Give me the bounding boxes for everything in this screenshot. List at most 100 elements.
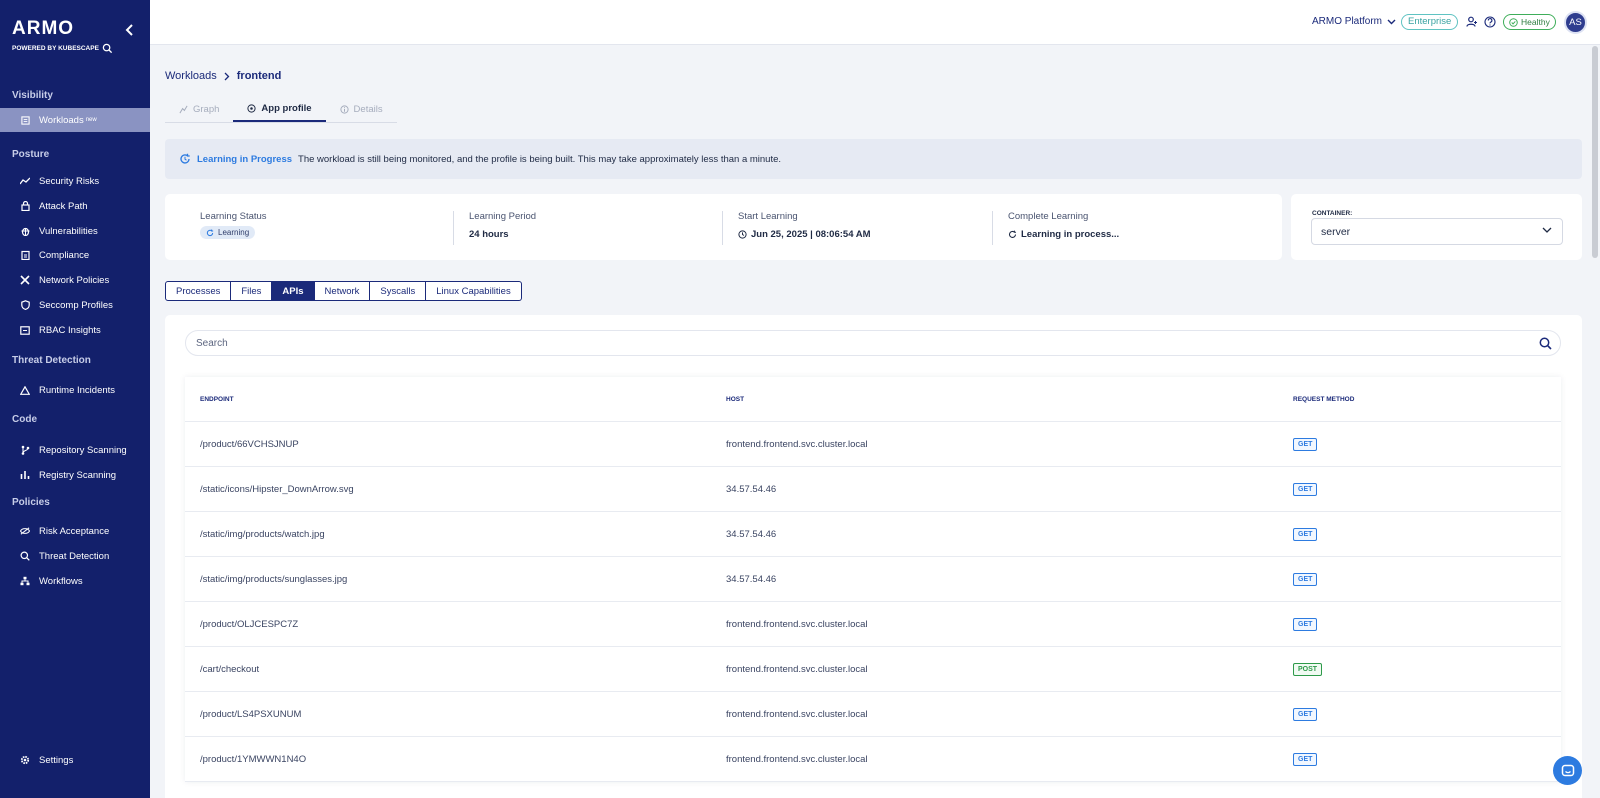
sidebar-item-risk-acceptance[interactable]: Risk Acceptance [0,519,150,543]
sidebar-item-vulnerabilities[interactable]: Vulnerabilities [0,219,150,243]
kubescape-icon [102,43,113,54]
collapse-sidebar-button[interactable] [122,22,136,38]
cell-endpoint: /product/1YMWWN1N4O [200,754,307,765]
cell-method: GET [1293,737,1318,782]
tab-syscalls[interactable]: Syscalls [370,281,427,301]
col-endpoint[interactable]: ENDPOINT [200,377,234,422]
sidebar-item-repository-scanning[interactable]: Repository Scanning [0,438,150,462]
sidebar-item-settings[interactable]: Settings [0,748,150,772]
sidebar-item-seccomp-profiles[interactable]: Seccomp Profiles [0,293,150,317]
stat-label: Learning Period [469,211,537,222]
sidebar-item-label: Repository Scanning [39,444,127,456]
sidebar-item-registry-scanning[interactable]: Registry Scanning [0,463,150,487]
method-badge: GET [1293,528,1318,541]
cell-endpoint: /static/img/products/watch.jpg [200,529,325,540]
sidebar-item-rbac-insights[interactable]: RBAC Insights [0,318,150,342]
cell-method: GET [1293,692,1318,737]
cell-host: 34.57.54.46 [726,529,777,540]
sidebar-item-network-policies[interactable]: Network Policies [0,268,150,292]
tab-details[interactable]: Details [326,96,397,122]
section-threat-detection: Threat Detection [12,355,91,366]
page-scrollbar[interactable] [1592,46,1598,258]
container-label: CONTAINER: [1312,210,1353,217]
tab-label: App profile [261,102,312,114]
table-row[interactable]: /static/icons/Hipster_DownArrow.svg 34.57… [185,467,1561,512]
table-row[interactable]: /product/66VCHSJNUP frontend.frontend.svc… [185,422,1561,467]
sidebar-item-label: Network Policies [39,274,110,286]
col-request-method[interactable]: REQUEST METHOD [1293,377,1354,422]
cell-method: GET [1293,557,1318,602]
learning-status-pill: Learning [200,226,256,239]
tab-linux-capabilities[interactable]: Linux Capabilities [426,281,522,301]
section-posture: Posture [12,149,50,160]
git-branch-icon [20,445,30,455]
new-badge: new [85,117,97,123]
stat-value: Jun 25, 2025 | 08:06:54 AM [751,229,871,240]
container-select[interactable]: server [1311,218,1563,245]
stat-start-learning: Start Learning Jun 25, 2025 | 08:06:54 A… [738,211,871,245]
container-select-value: server [1321,225,1351,238]
cell-endpoint: /product/OLJCESPC7Z [200,619,299,630]
cell-method: GET [1293,467,1318,512]
cell-endpoint: /cart/checkout [200,664,260,675]
table-row[interactable]: /static/img/products/sunglasses.jpg 34.57… [185,557,1561,602]
sidebar-item-runtime-incidents[interactable]: Runtime Incidents [0,378,150,402]
tab-apis[interactable]: APIs [272,281,315,301]
sidebar-item-label: Compliance [39,249,90,261]
tab-processes[interactable]: Processes [165,281,232,301]
cell-method: GET [1293,512,1318,557]
stat-label: Learning Status [200,211,267,222]
stat-value-row: Learning in process... [1008,229,1119,240]
sidebar: ARMO POWERED BY KUBESCAPE Visibility Wor… [0,0,150,798]
breadcrumb-current: frontend [236,70,282,82]
table-row[interactable]: /product/LS4PSXUNUM frontend.frontend.svc… [185,692,1561,737]
plan-badge: Enterprise [1401,14,1459,30]
workload-tabs: Graph App profile Details [165,96,397,123]
method-badge: GET [1293,708,1318,721]
stat-complete-learning: Complete Learning Learning in process... [1008,211,1119,245]
learning-banner: Learning in Progress The workload is sti… [165,139,1582,179]
cell-host: frontend.frontend.svc.cluster.local [726,619,868,630]
search-shield-icon [20,551,30,561]
tab-files[interactable]: Files [231,281,273,301]
user-settings-icon[interactable] [1465,15,1478,28]
table-row[interactable]: /product/OLJCESPC7Z frontend.frontend.svc… [185,602,1561,647]
cell-method: GET [1293,422,1318,467]
sidebar-item-workloads[interactable]: Workloads new [0,108,150,132]
col-host[interactable]: HOST [726,377,744,422]
tab-label: Details [353,103,383,115]
sidebar-item-security-risks[interactable]: Security Risks [0,169,150,193]
tab-graph[interactable]: Graph [165,96,233,122]
table-row[interactable]: /static/img/products/watch.jpg 34.57.54.4… [185,512,1561,557]
user-avatar[interactable]: AS [1564,11,1587,34]
sidebar-item-compliance[interactable]: Compliance [0,243,150,267]
chat-support-button[interactable] [1553,756,1582,785]
sidebar-item-threat-detection[interactable]: Threat Detection [0,544,150,568]
sidebar-item-label: Registry Scanning [39,469,117,481]
trend-icon [20,176,30,186]
platform-switcher[interactable]: ARMO Platform [1312,16,1396,27]
breadcrumb-workloads[interactable]: Workloads [165,70,217,82]
sidebar-item-label: Attack Path [39,200,88,212]
tab-app-profile[interactable]: App profile [233,96,326,122]
chevron-left-icon [125,24,133,36]
armo-logo[interactable]: ARMO [12,18,113,40]
cell-endpoint: /product/66VCHSJNUP [200,439,299,450]
cell-host: 34.57.54.46 [726,484,777,495]
table-row[interactable]: /cart/checkout frontend.frontend.svc.clus… [185,647,1561,692]
sidebar-item-attack-path[interactable]: Attack Path [0,194,150,218]
search-icon[interactable] [1539,337,1552,350]
table-row[interactable]: /product/1YMWWN1N4O frontend.frontend.svc… [185,737,1561,782]
cell-host: frontend.frontend.svc.cluster.local [726,709,868,720]
cell-method: GET [1293,602,1318,647]
brand: ARMO POWERED BY KUBESCAPE [12,18,113,54]
profile-tabs: Processes Files APIs Network Syscalls Li… [165,281,522,301]
sidebar-item-workflows[interactable]: Workflows [0,569,150,593]
tab-network[interactable]: Network [314,281,371,301]
gear-icon [20,755,30,765]
search-input[interactable]: Search [185,330,1561,356]
sidebar-item-label: Workflows [39,575,83,587]
sidebar-item-label: Risk Acceptance [39,525,110,537]
cell-host: frontend.frontend.svc.cluster.local [726,439,868,450]
help-icon[interactable] [1483,15,1496,28]
